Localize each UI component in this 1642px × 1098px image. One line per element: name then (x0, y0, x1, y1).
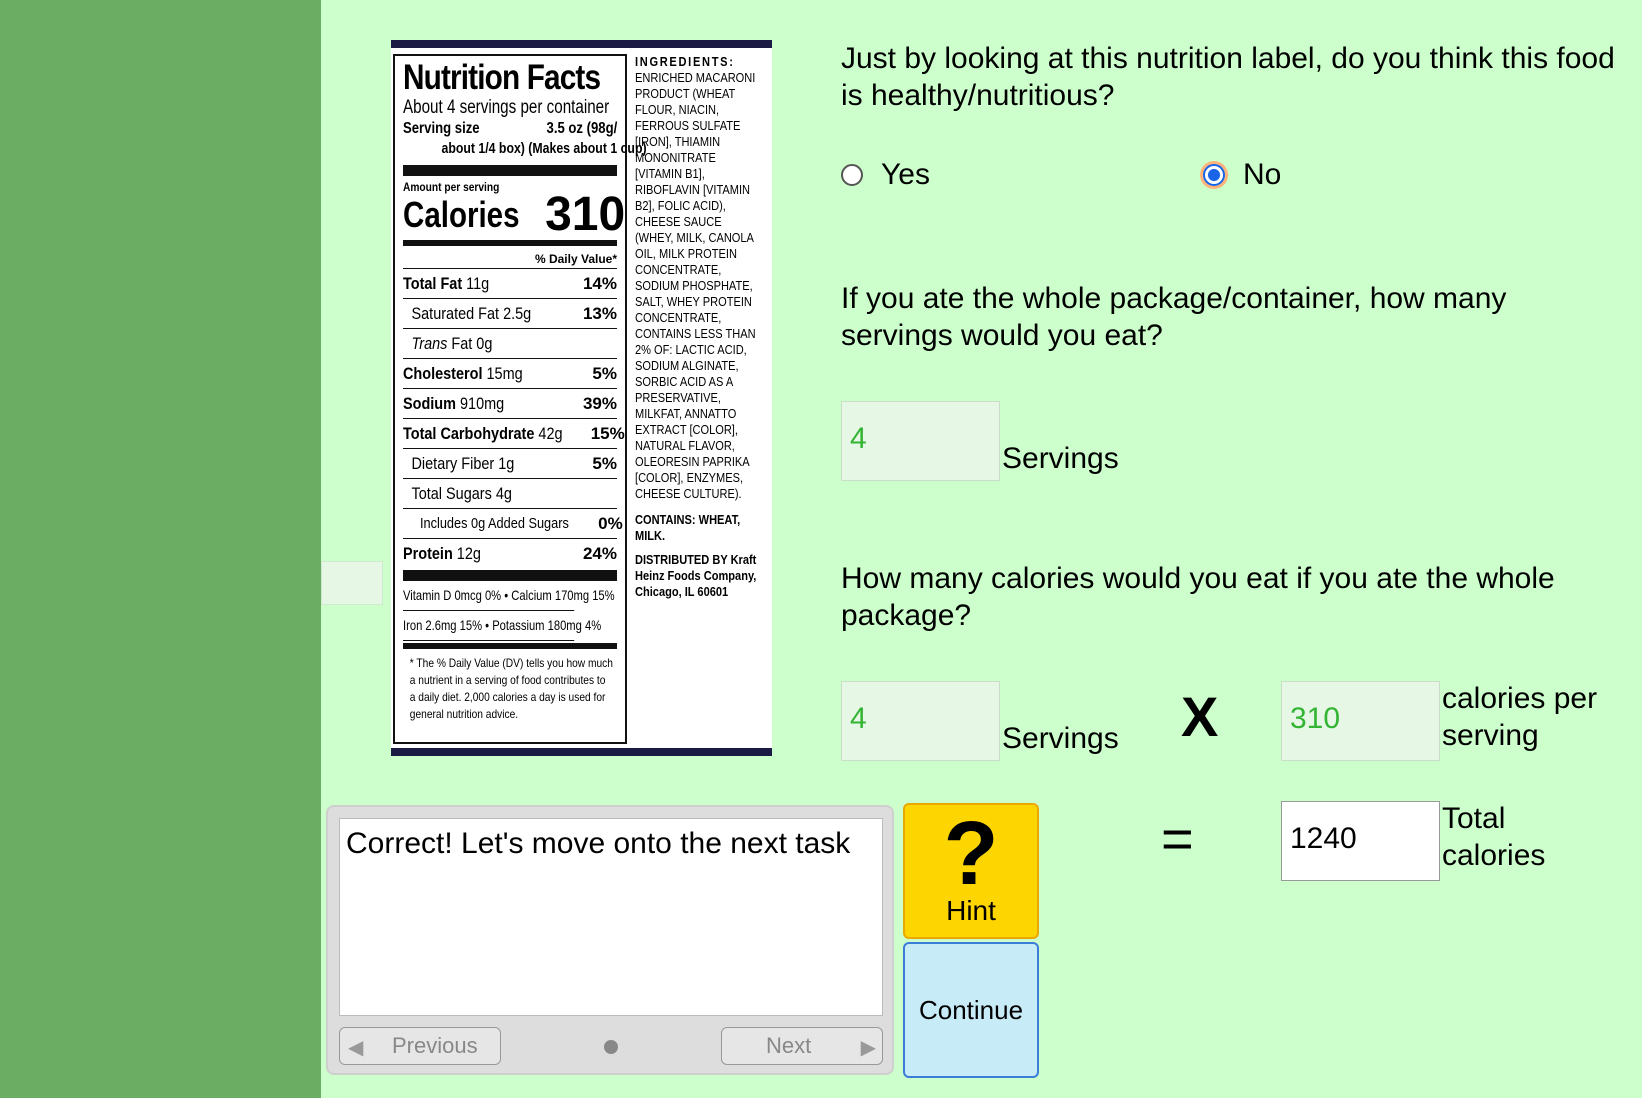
daily-value-header: % Daily Value* (534, 252, 617, 266)
servings-per-container: About 4 servings per container (403, 97, 610, 118)
vitamins-row: Iron 2.6mg 15% • Potassium 180mg 4% (403, 611, 601, 641)
nutrition-label-image: Nutrition Facts About 4 servings per con… (391, 40, 772, 756)
next-button[interactable]: Next ▶ (721, 1027, 883, 1065)
ingredients-heading: INGREDIENTS: (635, 54, 735, 69)
nutrient-row: Includes 0g Added Sugars 0% (403, 509, 623, 539)
nutrient-row: Protein 12g 24% (403, 543, 617, 563)
radio-yes[interactable]: Yes (841, 158, 930, 192)
hint-label: Hint (946, 895, 996, 926)
page-indicator-dot (604, 1040, 618, 1054)
nutrient-row: Total Carbohydrate 42g 15% (403, 419, 625, 449)
divider (403, 570, 617, 581)
serving-size-row: Serving size 3.5 oz (98g/ (403, 119, 617, 139)
hint-button[interactable]: ? Hint (903, 803, 1039, 939)
nutrient-row: Cholesterol 15mg 5% (403, 359, 617, 389)
divider (403, 643, 617, 649)
calories-per-serving-unit: calories per serving (1442, 682, 1598, 752)
continue-button[interactable]: Continue (903, 942, 1039, 1078)
radio-no[interactable]: No (1203, 158, 1281, 192)
serving-size-label: Serving size (403, 120, 480, 137)
equals-sign: = (1161, 807, 1194, 870)
multiply-sign: X (1181, 685, 1219, 748)
total-calories-unit: Total calories (1442, 802, 1546, 872)
calc-servings-input[interactable]: 4 (841, 681, 1000, 761)
ingredients-panel: INGREDIENTS: ENRICHED MACARONI PRODUCT (… (635, 54, 761, 600)
nutrition-facts-title: Nutrition Facts (403, 58, 601, 97)
feedback-panel: Correct! Let's move onto the next task ◀… (326, 805, 894, 1075)
servings-input[interactable]: 4 (841, 401, 1000, 481)
question-healthy: Just by looking at this nutrition label,… (841, 42, 1615, 112)
calories-label: Calories (403, 194, 520, 235)
footnote: * The % Daily Value (DV) tells you how m… (409, 656, 613, 721)
previous-label: Previous (392, 1033, 478, 1058)
radio-no-label: No (1243, 158, 1282, 191)
radio-circle[interactable] (841, 164, 863, 186)
nutrient-row: Dietary Fiber 1g 5% (403, 449, 617, 479)
radio-circle-selected[interactable] (1203, 164, 1225, 186)
side-tab[interactable] (321, 561, 383, 605)
question-servings: If you ate the whole package/container, … (841, 282, 1507, 352)
calories-value: 310 (545, 188, 626, 241)
allergen-statement: CONTAINS: WHEAT, MILK. (635, 512, 741, 543)
calories-row: Calories 310 (403, 191, 625, 239)
radio-yes-label: Yes (881, 158, 930, 191)
arrow-left-icon: ◀ (348, 1037, 364, 1059)
question-mark-icon: ? (943, 804, 999, 904)
nutrition-facts-panel: Nutrition Facts About 4 servings per con… (393, 54, 647, 744)
nutrient-row: Total Fat 11g 14% (403, 269, 617, 299)
serving-size-detail: about 1/4 box) (Makes about 1 cup) (441, 140, 647, 157)
nutrient-row: Trans Fat 0g (403, 329, 617, 359)
servings-unit: Servings (1002, 442, 1119, 475)
feedback-message: Correct! Let's move onto the next task (339, 818, 883, 1016)
vitamins-row: Vitamin D 0mcg 0% • Calcium 170mg 15% (403, 581, 615, 611)
nutrient-row: Saturated Fat 2.5g 13% (403, 299, 617, 329)
nutrient-row: Total Sugars 4g (403, 479, 617, 509)
next-label: Next (766, 1033, 812, 1058)
calc-servings-unit: Servings (1002, 722, 1119, 755)
calories-per-serving-input[interactable]: 310 (1281, 681, 1440, 761)
question-calories: How many calories would you eat if you a… (841, 562, 1555, 632)
nutrient-row: Sodium 910mg 39% (403, 389, 617, 419)
ingredients-text: ENRICHED MACARONI PRODUCT (WHEAT FLOUR, … (635, 70, 756, 501)
total-calories-input[interactable]: 1240 (1281, 801, 1440, 881)
arrow-right-icon: ▶ (860, 1037, 876, 1059)
previous-button[interactable]: ◀ Previous (339, 1027, 501, 1065)
serving-size-value: 3.5 oz (98g/ (546, 120, 617, 137)
divider (403, 165, 617, 176)
distributor-text: DISTRIBUTED BY Kraft Heinz Foods Company… (635, 552, 757, 599)
left-sidebar (0, 0, 321, 1098)
amount-per-serving: Amount per serving (403, 180, 500, 194)
